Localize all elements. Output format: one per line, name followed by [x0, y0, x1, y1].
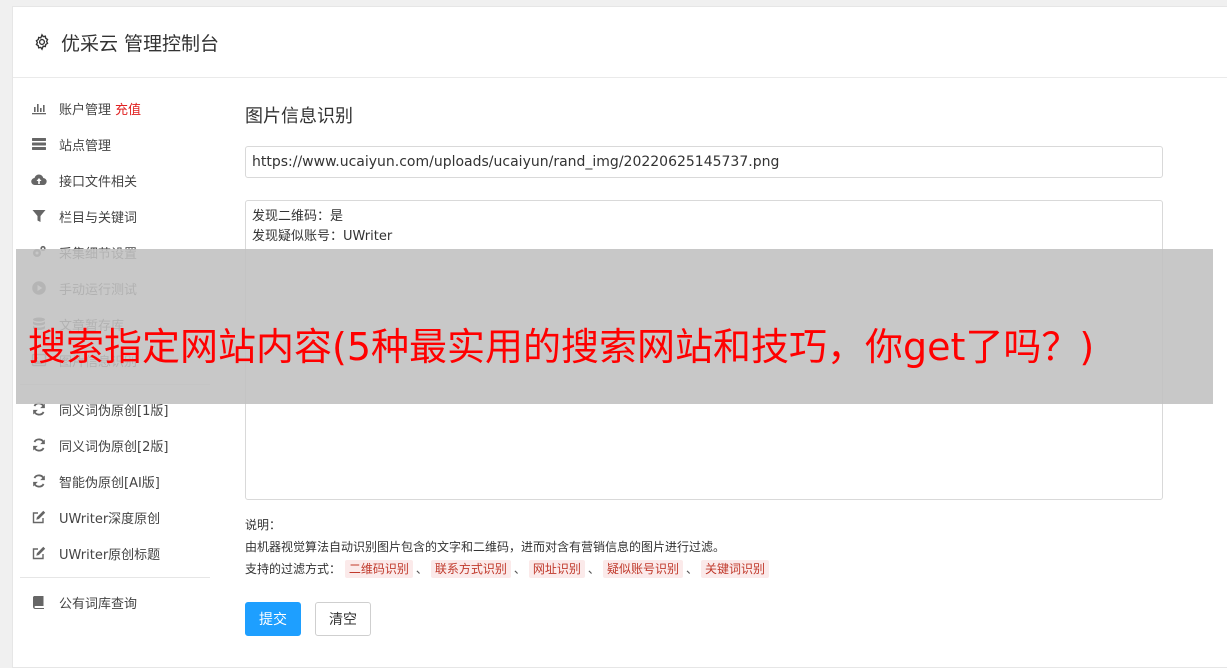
edit-icon [30, 544, 48, 562]
book-icon [30, 593, 48, 611]
filter-method-tag: 网址识别 [528, 560, 585, 578]
sidebar-item[interactable]: 接口文件相关 [20, 162, 210, 198]
sidebar-item-label: 同义词伪原创[2版] [59, 439, 169, 455]
sidebar-item[interactable]: 智能伪原创[AI版] [20, 463, 210, 499]
filter-separator: 、 [587, 562, 600, 576]
refresh-icon [30, 436, 48, 454]
sidebar-item[interactable]: 同义词伪原创[2版] [20, 427, 210, 463]
filter-methods-label: 支持的过滤方式： [245, 562, 342, 576]
clear-button[interactable]: 清空 [315, 602, 371, 636]
sidebar-item[interactable]: 栏目与关键词 [20, 198, 210, 234]
edit-icon [30, 508, 48, 526]
recharge-link[interactable]: 充值 [115, 99, 141, 118]
overlay-title: 搜索指定网站内容(5种最实用的搜索网站和技巧，你get了吗？) [28, 325, 1095, 369]
filter-separator: 、 [685, 562, 698, 576]
sidebar-item-label: UWriter深度原创 [59, 511, 161, 527]
sidebar-item-label: 账户管理 [59, 102, 112, 118]
sidebar-divider [20, 577, 210, 578]
sidebar-item-label: 接口文件相关 [59, 174, 138, 190]
description-heading: 说明： [245, 518, 282, 532]
sidebar-item-label: UWriter原创标题 [59, 547, 161, 563]
filter-separator: 、 [513, 562, 526, 576]
sidebar-item[interactable]: 站点管理 [20, 126, 210, 162]
sidebar-item[interactable]: 账户管理 充值 [20, 90, 210, 126]
sidebar-item-label: 栏目与关键词 [59, 210, 138, 226]
section-title: 图片信息识别 [245, 106, 353, 127]
filter-method-tag: 关键词识别 [700, 560, 769, 578]
cloud-upload-icon [30, 171, 48, 189]
action-bar: 提交 清空 [245, 602, 1165, 636]
image-url-input[interactable] [245, 146, 1163, 178]
submit-button[interactable]: 提交 [245, 602, 301, 636]
bar-chart-icon [30, 99, 48, 117]
description: 说明： 由机器视觉算法自动识别图片包含的文字和二维码，进而对含有营销信息的图片进… [245, 514, 1165, 580]
sidebar-item-label: 公有词库查询 [59, 596, 138, 612]
sidebar-item-label: 站点管理 [59, 138, 112, 154]
refresh-icon [30, 472, 48, 490]
description-text: 由机器视觉算法自动识别图片包含的文字和二维码，进而对含有营销信息的图片进行过滤。 [245, 540, 726, 554]
filter-icon [30, 207, 48, 225]
filter-methods: 支持的过滤方式： 二维码识别、联系方式识别、网址识别、疑似账号识别、关键词识别 [245, 558, 1165, 580]
filter-method-tag: 联系方式识别 [430, 560, 511, 578]
sidebar-item[interactable]: UWriter深度原创 [20, 499, 210, 535]
header: 优采云 管理控制台 [13, 7, 1227, 78]
filter-method-tag: 二维码识别 [344, 560, 413, 578]
gear-icon [33, 33, 51, 51]
server-icon [30, 135, 48, 153]
page-title: 优采云 管理控制台 [61, 32, 220, 55]
sidebar-item[interactable]: 公有词库查询 [20, 584, 210, 620]
filter-method-tag: 疑似账号识别 [602, 560, 683, 578]
filter-separator: 、 [415, 562, 428, 576]
sidebar-item-label: 智能伪原创[AI版] [59, 475, 160, 491]
sidebar-item[interactable]: UWriter原创标题 [20, 535, 210, 571]
